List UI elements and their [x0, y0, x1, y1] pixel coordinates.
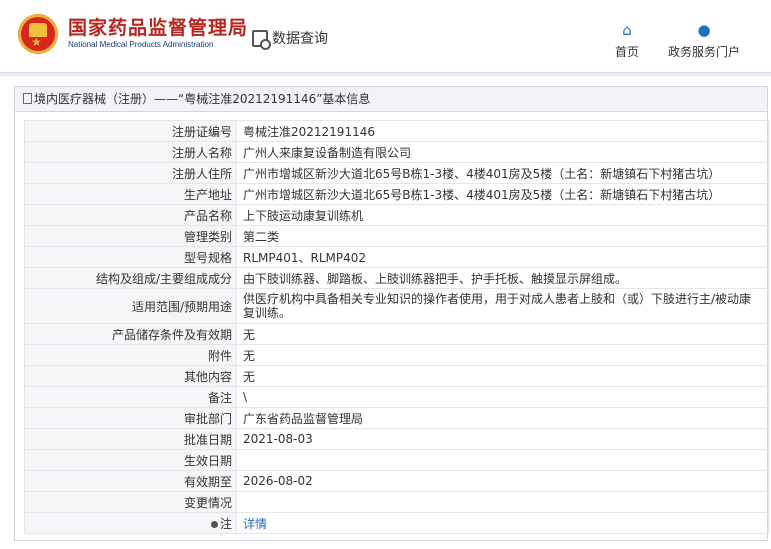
field-value: 供医疗机构中具备相关专业知识的操作者使用，用于对成人患者上肢和（或）下肢进行主/…: [236, 288, 769, 324]
table-row: 生效日期: [24, 449, 769, 471]
field-value: 广州市增城区新沙大道北65号B栋1-3楼、4楼401房及5楼（土名：新塘镇石下村…: [236, 162, 769, 184]
field-value: 粤械注准20212191146: [236, 120, 769, 142]
table-row: 附件无: [24, 344, 769, 366]
detail-panel: 境内医疗器械（注册）——“粤械注准20212191146”基本信息 注册证编号粤…: [14, 86, 769, 541]
field-label: 管理类别: [24, 225, 237, 247]
document-icon: [23, 93, 32, 104]
table-row: 变更情况: [24, 491, 769, 513]
field-value: 第二类: [236, 225, 769, 247]
national-emblem-icon: [18, 14, 58, 54]
field-value: 广东省药品监督管理局: [236, 407, 769, 429]
table-row: 审批部门 广东省药品监督管理局: [24, 407, 769, 429]
field-label: 注册人名称: [24, 141, 237, 163]
field-label: 型号规格: [24, 246, 237, 268]
site-logo[interactable]: 国家药品监督管理局 National Medical Products Admi…: [18, 14, 248, 54]
table-row: 备注 \: [24, 386, 769, 408]
logo-text: 国家药品监督管理局 National Medical Products Admi…: [68, 17, 248, 51]
details-link[interactable]: 详情: [243, 517, 267, 531]
field-value: 无: [236, 344, 769, 366]
field-value: 无: [236, 323, 769, 345]
field-label: 适用范围/预期用途: [24, 288, 237, 324]
nav-service-portal-label: 政务服务门户: [668, 45, 741, 59]
field-value: 2021-08-03: [236, 428, 769, 450]
nav-home[interactable]: ⌂ 首页: [615, 22, 639, 60]
table-row: 生产地址 广州市增城区新沙大道北65号B栋1-3楼、4楼401房及5楼（土名：新塘…: [24, 183, 769, 205]
table-row: 有效期至 2026-08-02: [24, 470, 769, 492]
field-value: \: [236, 386, 769, 408]
note-label-cell: 注: [24, 512, 237, 534]
data-query-text: 数据查询: [272, 31, 328, 47]
table-row: 结构及组成/主要组成成分 由下肢训练器、脚踏板、上肢训练器把手、护手托板、触摸显示…: [24, 267, 769, 289]
table-row: 产品储存条件及有效期无: [24, 323, 769, 345]
panel-title: 境内医疗器械（注册）——“粤械注准20212191146”基本信息: [34, 92, 371, 106]
table-row: 产品名称 上下肢运动康复训练机: [24, 204, 769, 226]
site-header: 国家药品监督管理局 National Medical Products Admi…: [0, 0, 771, 72]
nav-home-label: 首页: [615, 45, 640, 59]
user-icon: ●: [697, 21, 711, 39]
field-value: 2026-08-02: [236, 470, 769, 492]
field-label: 有效期至: [24, 470, 237, 492]
field-label: 批准日期: [24, 428, 237, 450]
field-value: 无: [236, 365, 769, 387]
table-row: 型号规格 RLMP401、RLMP402: [24, 246, 769, 268]
field-value: [236, 449, 769, 471]
table-row: 批准日期 2021-08-03: [24, 428, 769, 450]
field-label: 产品名称: [24, 204, 237, 226]
table-row: 注册人名称 广州人来康复设备制造有限公司: [24, 141, 769, 163]
field-label: 产品储存条件及有效期: [24, 323, 237, 345]
table-row: 注册人住所 广州市增城区新沙大道北65号B栋1-3楼、4楼401房及5楼（土名：新…: [24, 162, 769, 184]
field-value: 由下肢训练器、脚踏板、上肢训练器把手、护手托板、触摸显示屏组成。: [236, 267, 769, 289]
table-row: 注册证编号 粤械注准20212191146: [24, 120, 769, 142]
detail-table: 注册证编号 粤械注准20212191146 注册人名称 广州人来康复设备制造有限公司…: [24, 120, 769, 534]
field-value: 详情: [236, 512, 769, 534]
field-value: [236, 491, 769, 513]
field-label: 注册人住所: [24, 162, 237, 184]
field-label: 备注: [24, 386, 237, 408]
logo-title-cn: 国家药品监督管理局: [68, 17, 249, 39]
field-label: 其他内容: [24, 365, 237, 387]
field-label: 生效日期: [24, 449, 237, 471]
panel-title-bar: 境内医疗器械（注册）——“粤械注准20212191146”基本信息: [15, 87, 767, 112]
field-label: 变更情况: [24, 491, 237, 513]
field-label: 结构及组成/主要组成成分: [24, 267, 237, 289]
field-value: 上下肢运动康复训练机: [236, 204, 769, 226]
field-label: 注册证编号: [24, 120, 237, 142]
data-query-label: 数据查询: [252, 28, 328, 50]
field-value: 广州市增城区新沙大道北65号B栋1-3楼、4楼401房及5楼（土名：新塘镇石下村…: [236, 183, 769, 205]
field-label: 生产地址: [24, 183, 237, 205]
field-label: 注: [219, 516, 232, 531]
field-label: 附件: [24, 344, 237, 366]
table-row: 适用范围/预期用途 供医疗机构中具备相关专业知识的操作者使用，用于对成人患者上肢和…: [24, 288, 769, 324]
field-value: RLMP401、RLMP402: [236, 246, 769, 268]
logo-title-en: National Medical Products Administration: [68, 40, 214, 49]
field-value: 广州人来康复设备制造有限公司: [236, 141, 769, 163]
table-row: 其他内容无: [24, 365, 769, 387]
nav-service-portal[interactable]: ● 政务服务门户: [668, 22, 740, 60]
search-document-icon: [252, 29, 271, 50]
table-row: 管理类别 第二类: [24, 225, 769, 247]
home-icon: ⌂: [622, 21, 632, 39]
lightbulb-icon: [210, 520, 218, 528]
header-divider: [0, 72, 771, 76]
table-row: 注详情: [24, 512, 769, 534]
field-label: 审批部门: [24, 407, 237, 429]
